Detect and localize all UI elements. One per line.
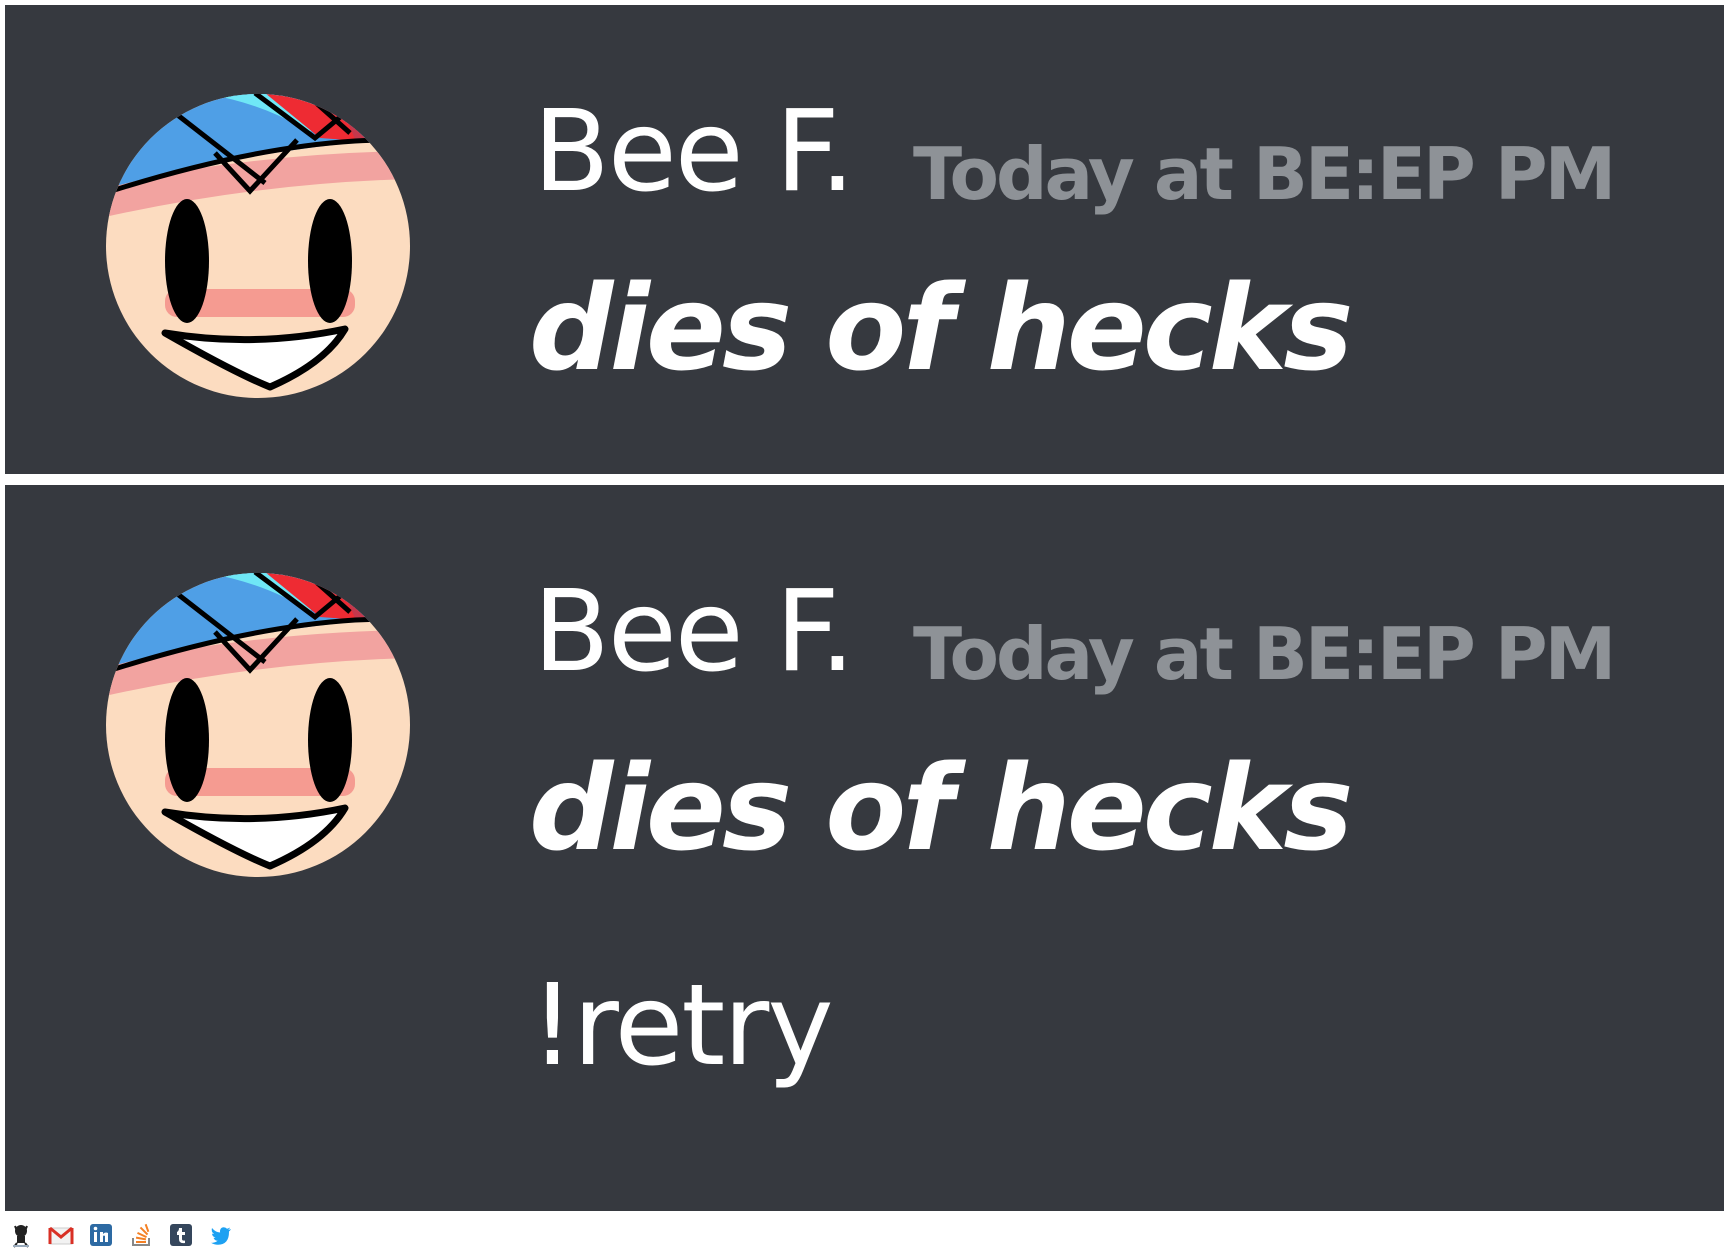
- message-panel-2: Bee F. Today at BE:EP PM dies of hecks !…: [5, 485, 1724, 1211]
- message-text: dies of hecks: [529, 259, 1353, 397]
- username[interactable]: Bee F.: [533, 576, 855, 688]
- tumblr-icon[interactable]: [168, 1222, 194, 1248]
- gmail-icon[interactable]: [48, 1222, 74, 1248]
- username[interactable]: Bee F.: [533, 96, 855, 208]
- stackoverflow-icon[interactable]: [128, 1222, 154, 1248]
- avatar[interactable]: [105, 93, 411, 399]
- avatar[interactable]: [105, 572, 411, 878]
- message-text: dies of hecks: [529, 739, 1353, 877]
- timestamp: Today at BE:EP PM: [913, 612, 1616, 696]
- social-links: [8, 1222, 234, 1248]
- command-text: !retry: [530, 961, 834, 1091]
- twitter-icon[interactable]: [208, 1222, 234, 1248]
- linkedin-icon[interactable]: [88, 1222, 114, 1248]
- github-icon[interactable]: [8, 1222, 34, 1248]
- message-panel-1: Bee F. Today at BE:EP PM dies of hecks: [5, 5, 1724, 474]
- timestamp: Today at BE:EP PM: [913, 132, 1616, 216]
